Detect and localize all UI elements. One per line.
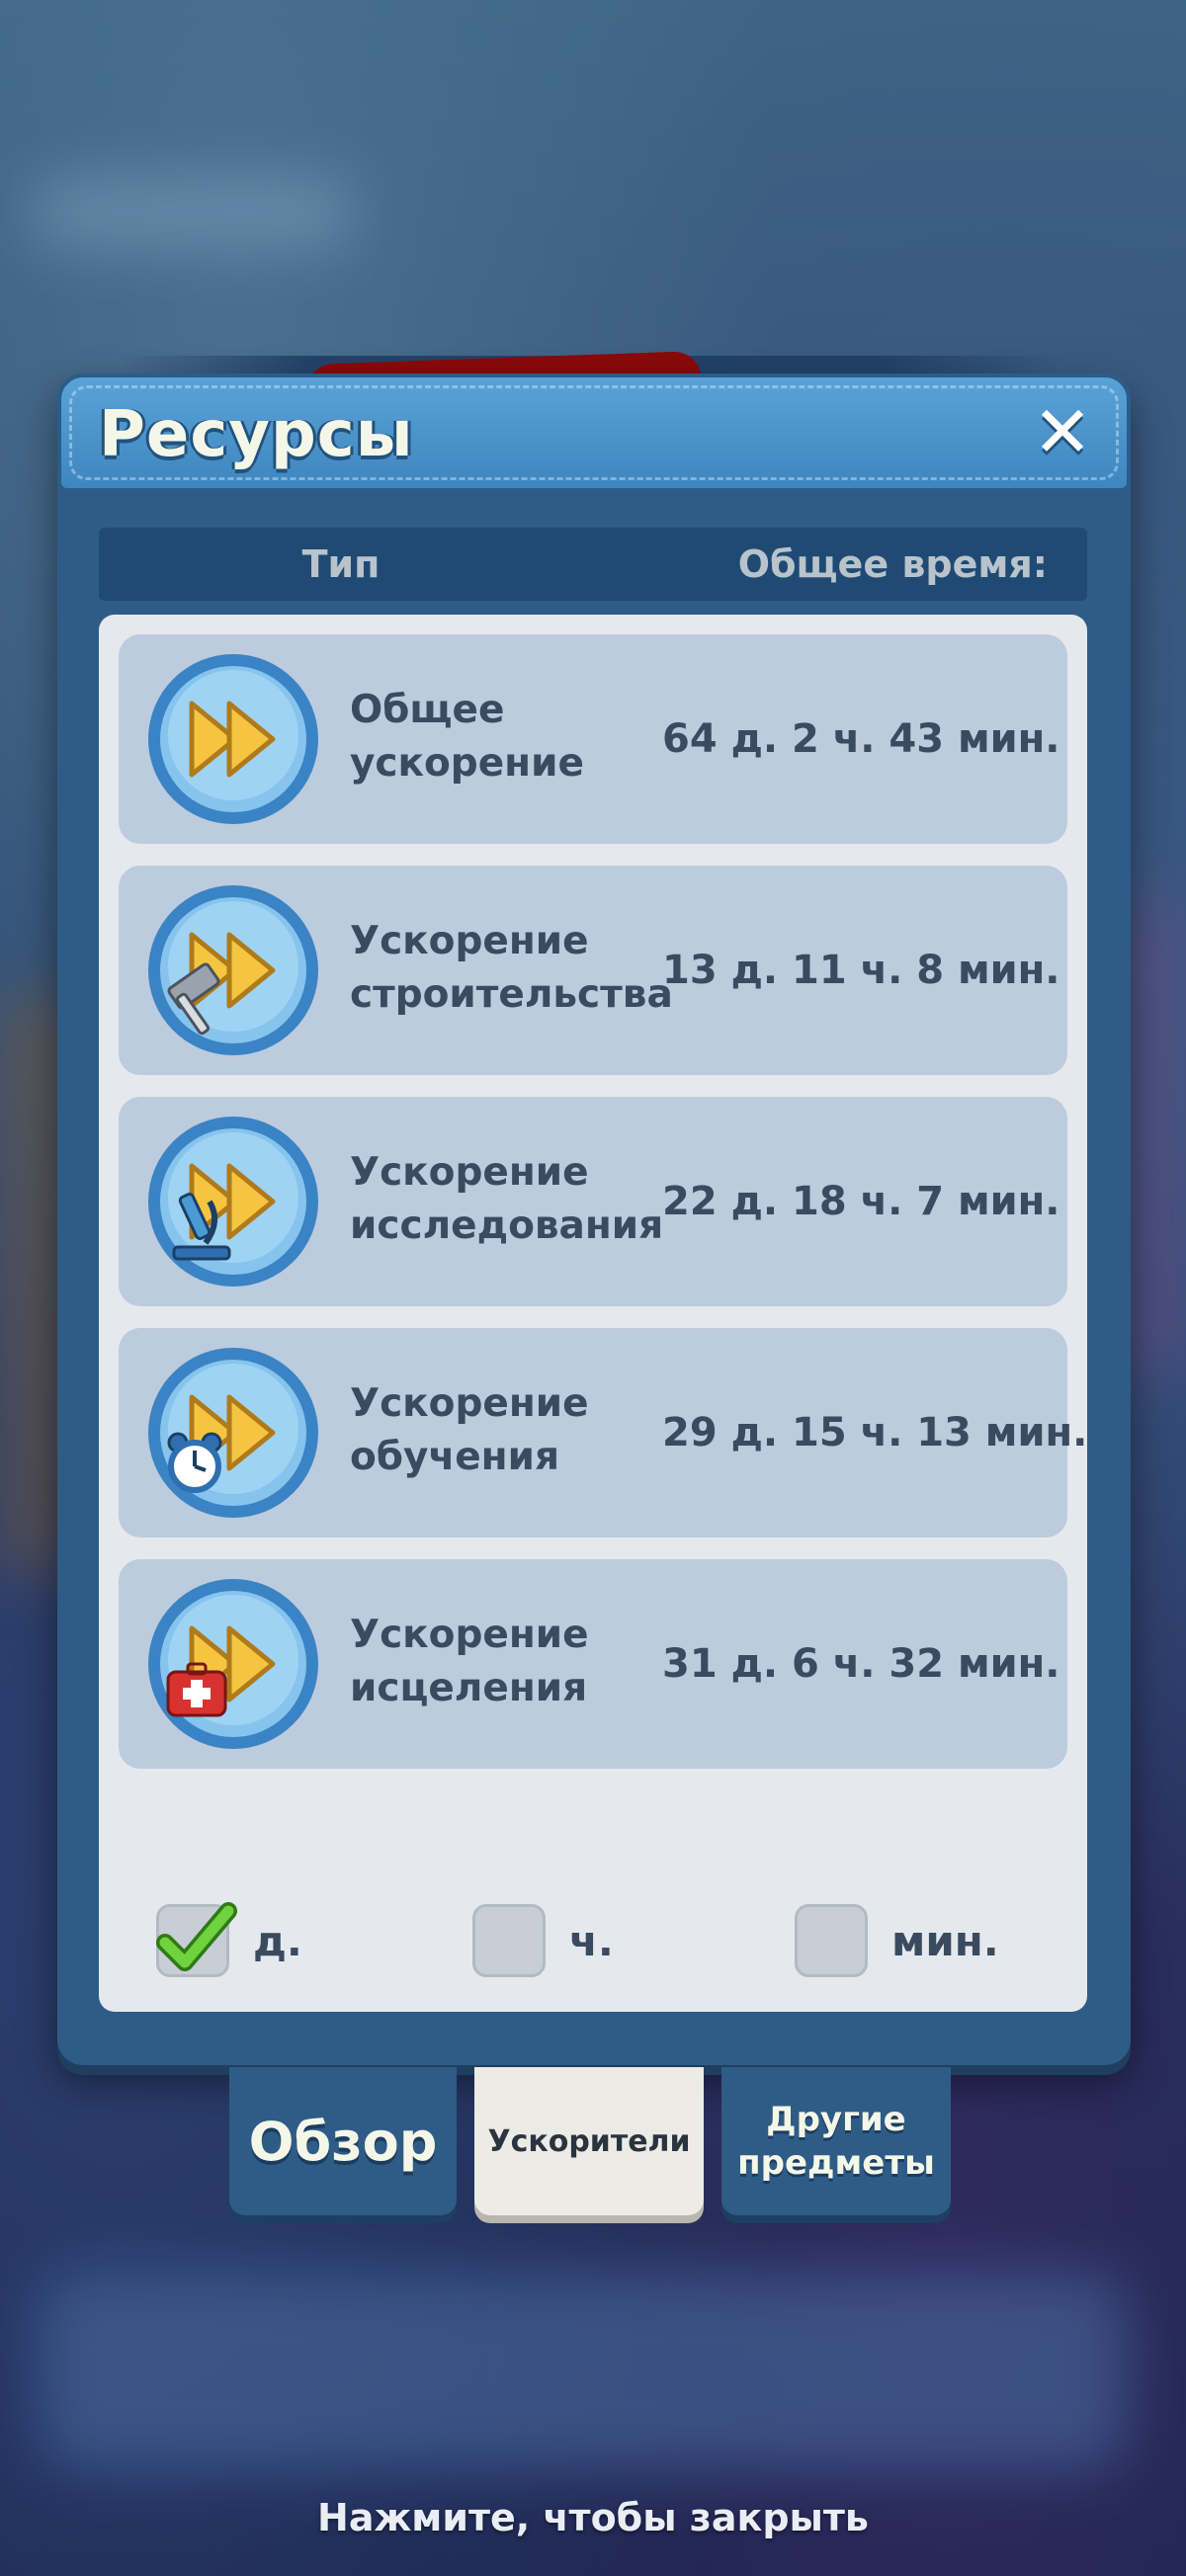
tab-overview[interactable]: Обзор <box>229 2067 457 2215</box>
tap-to-close-hint[interactable]: Нажмите, чтобы закрыть <box>0 2488 1186 2547</box>
minutes-checkbox[interactable] <box>795 1904 868 1977</box>
column-header-type: Тип <box>301 542 381 586</box>
background-blob <box>40 2273 1127 2470</box>
booster-row-general[interactable]: Общее ускорение 64 д. 2 ч. 43 мин. <box>119 634 1067 844</box>
alarm-clock-icon <box>144 1344 322 1522</box>
tab-overview-label: Обзор <box>248 2110 438 2173</box>
unit-option-hours[interactable]: ч. <box>472 1903 614 1978</box>
booster-label: Ускорение строительства <box>350 919 673 1017</box>
tab-other-items-label: Другие предметы <box>737 2100 935 2183</box>
days-checkbox[interactable] <box>156 1902 237 1977</box>
booster-total-time: 64 д. 2 ч. 43 мин. <box>662 716 1060 762</box>
double-arrow-icon <box>144 650 322 828</box>
unit-option-minutes[interactable]: мин. <box>795 1903 999 1978</box>
booster-total-time: 13 д. 11 ч. 8 мин. <box>662 948 1060 993</box>
booster-total-time: 29 д. 15 ч. 13 мин. <box>662 1410 1088 1455</box>
booster-row-healing[interactable]: Ускорение исцеления 31 д. 6 ч. 32 мин. <box>119 1559 1067 1769</box>
first-aid-kit-icon <box>144 1575 322 1753</box>
booster-row-construction[interactable]: Ускорение строительства 13 д. 11 ч. 8 ми… <box>119 866 1067 1075</box>
booster-label: Ускорение исследования <box>350 1150 664 1248</box>
booster-label: Ускорение исцеления <box>350 1613 589 1710</box>
background-blob <box>30 178 356 247</box>
window-title: Ресурсы <box>99 398 414 471</box>
column-header-total-time: Общее время: <box>737 542 1048 586</box>
booster-row-training[interactable]: Ускорение обучения 29 д. 15 ч. 13 мин. <box>119 1328 1088 1537</box>
tab-boosters-label: Ускорители <box>487 2123 691 2159</box>
booster-total-time: 22 д. 18 ч. 7 мин. <box>662 1179 1060 1224</box>
unit-option-days[interactable]: д. <box>156 1902 302 1978</box>
booster-label: Общее ускорение <box>350 688 584 786</box>
booster-row-research[interactable]: Ускорение исследования 22 д. 18 ч. 7 мин… <box>119 1097 1067 1306</box>
check-icon <box>156 1902 237 1971</box>
days-label: д. <box>253 1916 302 1965</box>
close-button[interactable]: ✕ <box>1028 396 1097 467</box>
booster-total-time: 31 д. 6 ч. 32 мин. <box>662 1641 1060 1687</box>
tab-other-items[interactable]: Другие предметы <box>721 2067 951 2215</box>
tab-boosters[interactable]: Ускорители <box>474 2067 704 2215</box>
hours-checkbox[interactable] <box>472 1904 546 1977</box>
booster-label: Ускорение обучения <box>350 1381 589 1479</box>
hammer-icon <box>144 881 322 1059</box>
microscope-icon <box>144 1113 322 1290</box>
minutes-label: мин. <box>891 1916 999 1965</box>
hours-label: ч. <box>569 1916 614 1965</box>
